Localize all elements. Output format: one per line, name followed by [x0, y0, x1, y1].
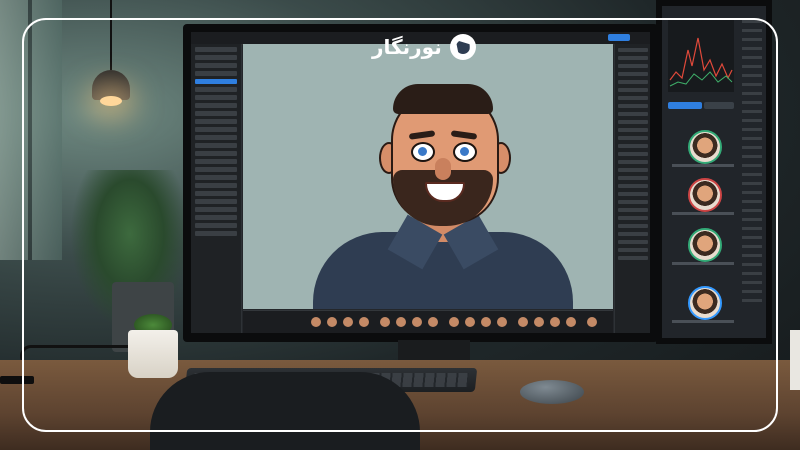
lamp-bulb [100, 96, 122, 106]
avatar-label [672, 262, 734, 265]
avatar-label [672, 164, 734, 167]
avatar [688, 130, 722, 164]
topbar-action-button [608, 34, 630, 41]
cartoon-canvas [243, 44, 613, 309]
second-screen-sidebar [742, 14, 762, 334]
second-screen-tab [704, 102, 734, 109]
logo-text: نورنگار [372, 35, 442, 59]
cartoon-man-illustration [313, 62, 573, 309]
background-window [0, 0, 62, 260]
computer-mouse [520, 380, 584, 404]
photo-scene: نورنگار [0, 0, 800, 450]
main-monitor [183, 24, 658, 342]
office-chair [150, 372, 420, 450]
avatar [688, 228, 722, 262]
phone [0, 376, 34, 384]
app-left-panel [191, 44, 242, 333]
logo-mark-icon [449, 34, 476, 60]
avatar [688, 286, 722, 320]
desk-object-right [790, 330, 800, 390]
lamp-cord [110, 0, 112, 70]
monitor-screen [191, 32, 650, 333]
avatar [688, 178, 722, 212]
avatar-label [672, 320, 734, 323]
app-right-panel [614, 44, 650, 333]
analytics-graph [668, 20, 734, 92]
timeline-strip [243, 310, 613, 333]
brand-logo: نورنگار [372, 34, 476, 60]
second-screen-tab-active [668, 102, 702, 109]
avatar-label [672, 212, 734, 215]
second-monitor [656, 0, 772, 344]
second-monitor-screen [662, 6, 766, 338]
white-plant-pot [128, 330, 178, 378]
